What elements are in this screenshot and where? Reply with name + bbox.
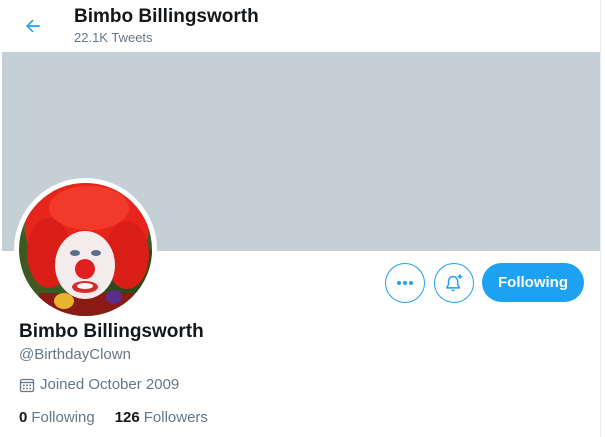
more-options-button[interactable] — [385, 263, 425, 303]
header-title: Bimbo Billingsworth — [74, 6, 259, 27]
notifications-button[interactable] — [434, 263, 474, 303]
profile-header: Bimbo Billingsworth 22.1K Tweets — [0, 0, 605, 52]
back-arrow-icon — [26, 19, 40, 33]
back-button[interactable] — [18, 12, 48, 40]
calendar-icon — [19, 378, 35, 392]
following-button[interactable]: Following — [482, 263, 584, 302]
followers-stat[interactable]: 126 Followers — [115, 409, 208, 426]
followers-label: Followers — [143, 409, 208, 426]
avatar[interactable] — [14, 178, 157, 321]
following-stat[interactable]: 0 Following — [19, 409, 95, 426]
join-date-text: Joined October 2009 — [40, 376, 180, 393]
tweet-count: 22.1K Tweets — [74, 30, 153, 45]
more-dots-icon — [397, 281, 413, 285]
display-name: Bimbo Billingsworth — [19, 321, 204, 342]
bell-plus-icon — [446, 274, 463, 292]
column-border — [600, 0, 605, 437]
followers-count: 126 — [114, 409, 140, 426]
follow-stats: 0 Following 126 Followers — [19, 409, 208, 426]
user-handle: @BirthdayClown — [19, 346, 131, 363]
join-date: Joined October 2009 — [19, 376, 179, 393]
avatar-image — [19, 183, 152, 316]
following-count: 0 — [19, 409, 28, 426]
following-label: Following — [31, 409, 95, 426]
